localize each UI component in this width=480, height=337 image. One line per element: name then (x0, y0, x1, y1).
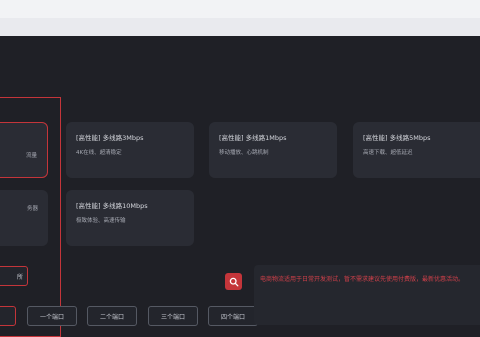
port-chip-2[interactable]: 二个端口 (87, 306, 137, 326)
plan-desc: 4K在线、超清稳定 (76, 150, 122, 156)
option-chip-partial[interactable]: 所 (0, 266, 28, 286)
plan-desc: 极致体验、高速传输 (76, 218, 126, 224)
plan-title: [高性能] 多线路10Mbps (76, 202, 148, 210)
plan-card-5[interactable]: 务器 (0, 190, 48, 246)
plan-title: [高性能] 多线路5Mbps (363, 134, 431, 142)
search-icon (229, 277, 238, 286)
chip-label: 二个端口 (99, 313, 124, 321)
plan-card-6[interactable]: [高性能] 多线路10Mbps 极致体验、高速传输 (66, 190, 194, 246)
plan-desc: 流量 (25, 153, 37, 159)
search-button[interactable] (225, 273, 242, 290)
plan-title: [高性能] 多线路1Mbps (219, 134, 287, 142)
chip-label: 所 (16, 273, 23, 281)
browser-top-area (0, 0, 480, 36)
chip-label: 四个端口 (220, 313, 245, 321)
plan-card-3[interactable]: [高性能] 多线路1Mbps 移动播放、心跳机制 (209, 122, 337, 178)
port-chip-4[interactable]: 四个端口 (208, 306, 258, 326)
port-chip-3[interactable]: 三个端口 (148, 306, 198, 326)
port-chip-1[interactable]: 一个端口 (27, 306, 77, 326)
port-chip-selected[interactable] (0, 306, 16, 326)
chip-label: 一个端口 (39, 313, 64, 321)
plan-title: [高性能] 多线路3Mbps (76, 134, 144, 142)
plan-card-2[interactable]: [高性能] 多线路3Mbps 4K在线、超清稳定 (66, 122, 194, 178)
notice-text: 电商物流适用于日常开发测试，暂不需求建议先使用付费版，最新优惠活动。 (260, 276, 465, 283)
plan-desc: 务器 (26, 206, 38, 212)
plan-card-1[interactable]: 流量 (0, 122, 48, 178)
plan-desc: 移动播放、心跳机制 (219, 150, 269, 156)
plan-card-4[interactable]: [高性能] 多线路5Mbps 高速下载、超低延迟 (353, 122, 480, 178)
plan-desc: 高速下载、超低延迟 (363, 150, 413, 156)
top-strip (0, 18, 480, 36)
chip-label: 三个端口 (160, 313, 185, 321)
